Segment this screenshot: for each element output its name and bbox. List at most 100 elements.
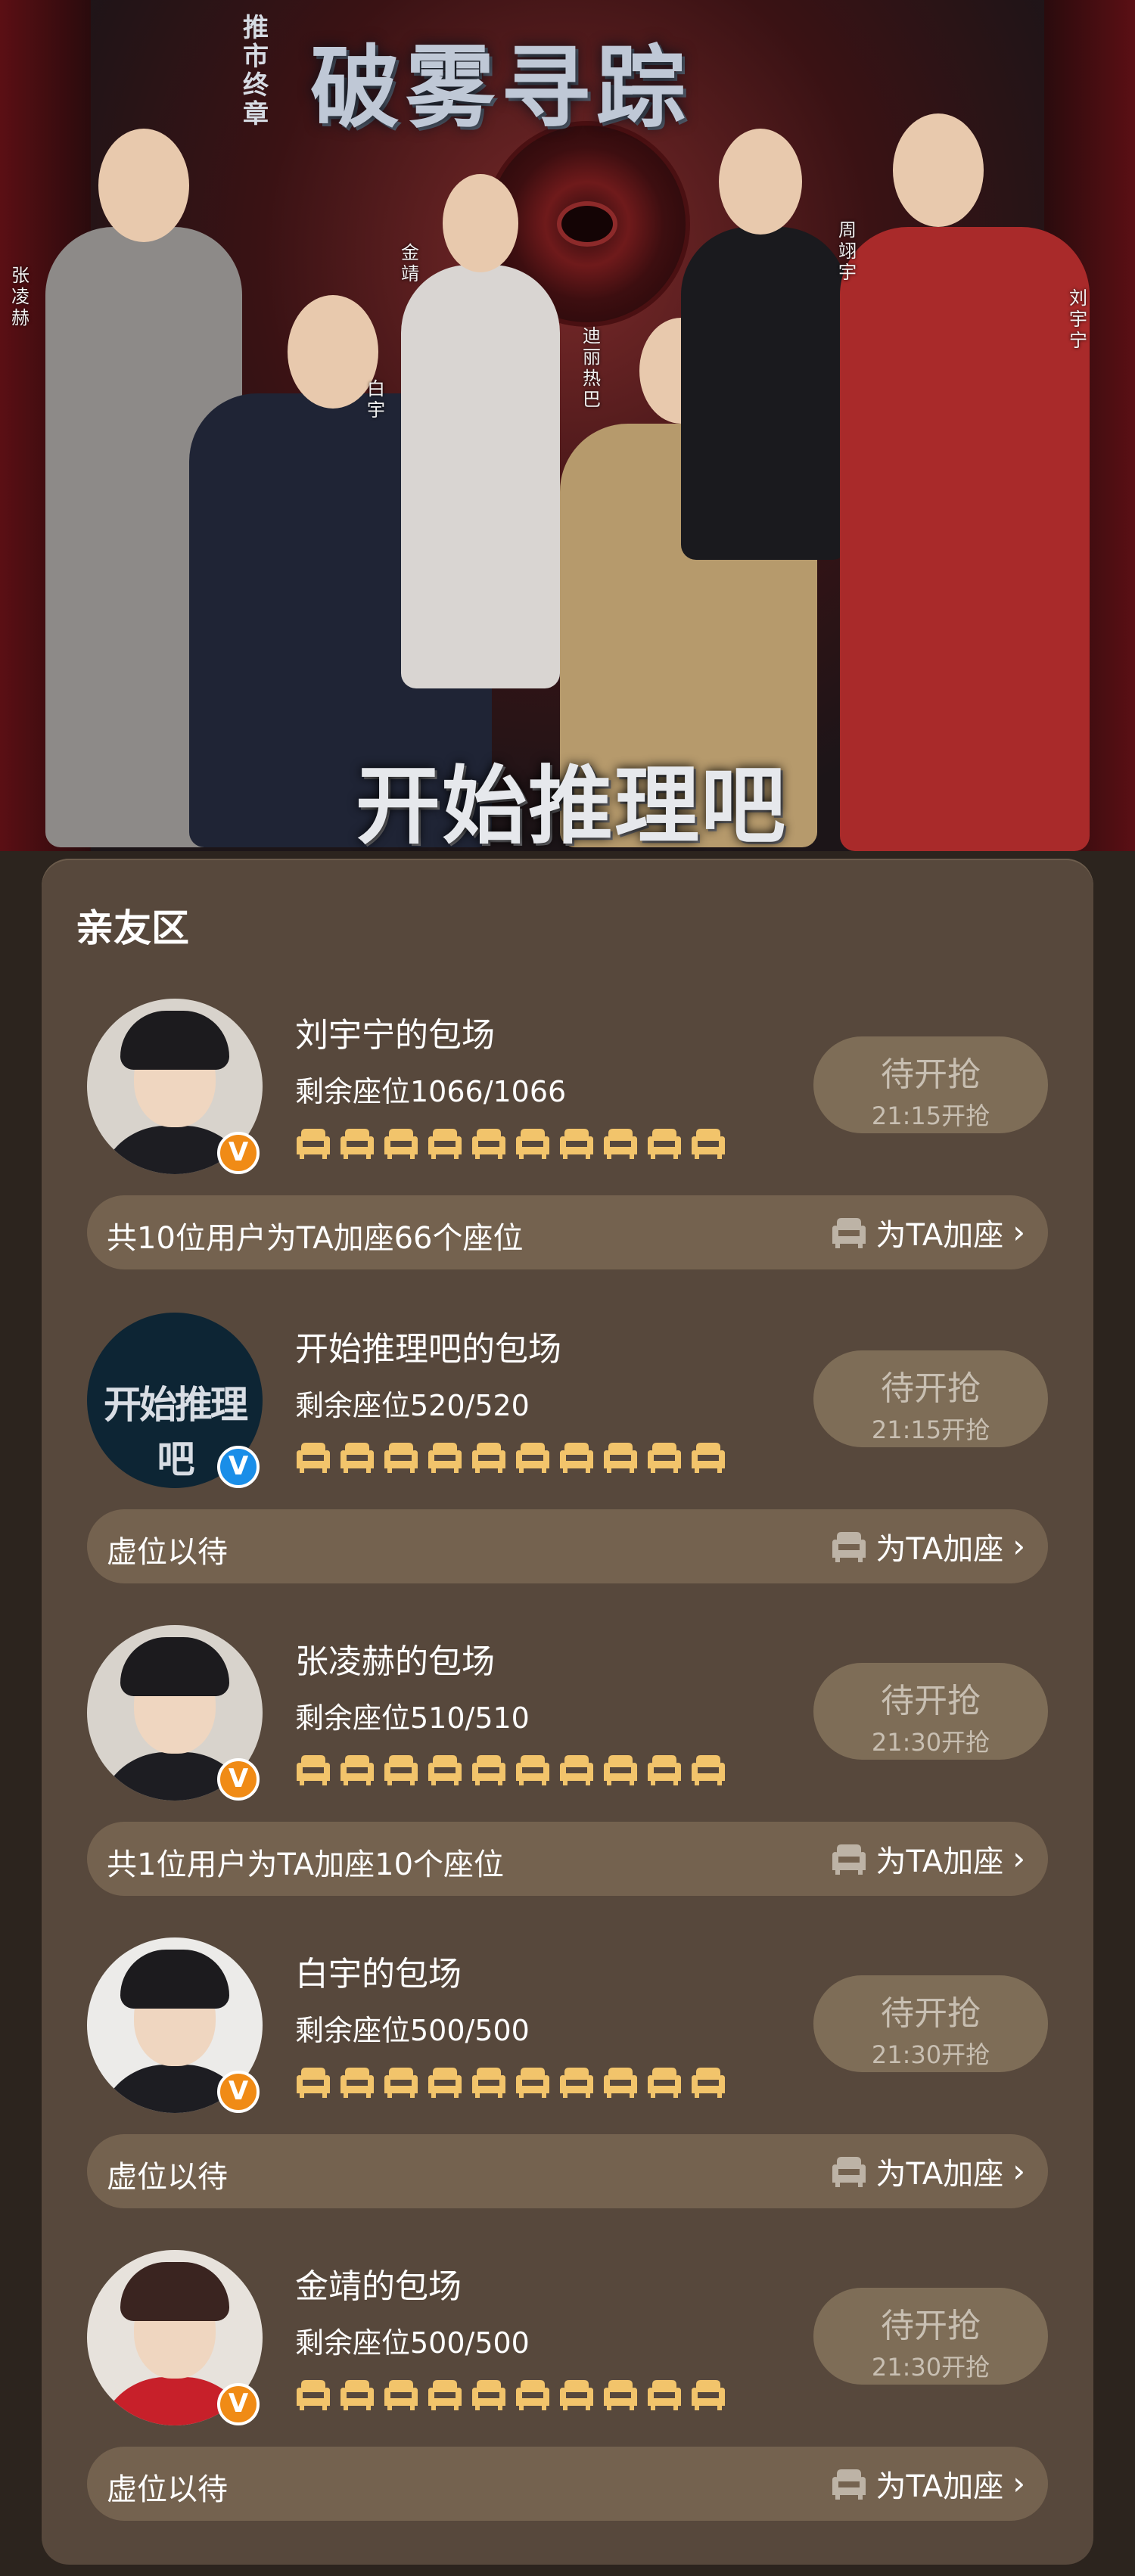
- seat-icon: [604, 2380, 637, 2410]
- add-seat-summary: 共10位用户为TA加座66个座位: [107, 1221, 524, 1256]
- seat-icon: [297, 2380, 330, 2410]
- seat-icon: [384, 2380, 418, 2410]
- remaining-seats: 剩余座位1066/1066: [295, 1075, 567, 1108]
- grab-button[interactable]: 待开抢 21:30开抢: [813, 1975, 1048, 2072]
- seat-icon: [604, 2068, 637, 2098]
- figure-jin: [401, 265, 560, 688]
- figure-liu-head: [893, 113, 984, 227]
- add-seat-action[interactable]: 为TA加座 ›: [831, 1838, 1025, 1879]
- figure-liu: [840, 227, 1090, 851]
- venue-card: V 白宇的包场 剩余座位500/500 待开抢 21:30开抢 虚位以待 为TA…: [42, 1937, 1093, 2210]
- section-title: 亲友区: [76, 906, 189, 950]
- seat-icon: [560, 2380, 593, 2410]
- seat-icon: [472, 2380, 505, 2410]
- add-seat-action[interactable]: 为TA加座 ›: [831, 1212, 1025, 1253]
- seat-icon: [340, 2380, 374, 2410]
- seat-icon: [340, 2068, 374, 2098]
- seat-icon: [516, 1129, 549, 1159]
- seat-icon: [472, 1129, 505, 1159]
- seat-icon: [604, 1129, 637, 1159]
- seat-icon: [516, 2068, 549, 2098]
- page: 推市终章 破雾寻踪 张凌赫 白宇 金靖 迪丽热巴 周翊宇 刘宇宁 开始推理吧 亲…: [0, 0, 1135, 2576]
- card-name[interactable]: 白宇的包场: [295, 1947, 462, 1995]
- seat-icon-row: [295, 2377, 726, 2412]
- grab-button-time: 21:30开抢: [871, 2040, 990, 2069]
- seat-icon: [384, 2068, 418, 2098]
- chevron-right-icon: ›: [1012, 1527, 1025, 1565]
- chevron-right-icon: ›: [1012, 2152, 1025, 2189]
- seat-icon-row: [295, 1440, 726, 1474]
- add-seat-bar[interactable]: 虚位以待 为TA加座 ›: [87, 2447, 1048, 2521]
- seat-icon: [340, 1443, 374, 1473]
- seat-icon: [692, 2380, 725, 2410]
- seat-icon: [297, 1755, 330, 1785]
- figure-zhang-head: [98, 129, 189, 242]
- verified-v-icon: V: [217, 2071, 260, 2113]
- grab-button[interactable]: 待开抢 21:15开抢: [813, 1350, 1048, 1447]
- seat-icon: [472, 1755, 505, 1785]
- seat-icon: [384, 1129, 418, 1159]
- seat-icon: [297, 1129, 330, 1159]
- verified-v-icon: V: [217, 1758, 260, 1801]
- poster-name-jin: 金靖: [401, 242, 419, 284]
- chevron-right-icon: ›: [1012, 1213, 1025, 1251]
- seat-icon: [604, 1755, 637, 1785]
- card-name[interactable]: 刘宇宁的包场: [295, 1008, 495, 1056]
- poster-tag: 推市终章: [243, 13, 269, 129]
- card-name[interactable]: 张凌赫的包场: [295, 1634, 495, 1683]
- venue-card: 开始推理吧 V 开始推理吧的包场 剩余座位520/520 待开抢 21:15开抢…: [42, 1313, 1093, 1585]
- seat-icon: [472, 1443, 505, 1473]
- add-seat-label: 为TA加座: [875, 2469, 1004, 2504]
- poster-name-zhou: 周翊宇: [838, 219, 857, 283]
- add-seat-action[interactable]: 为TA加座 ›: [831, 1526, 1025, 1567]
- card-name[interactable]: 金靖的包场: [295, 2259, 462, 2307]
- seat-icon: [384, 1755, 418, 1785]
- grab-button-label: 待开抢: [881, 2307, 981, 2345]
- poster-banner: 推市终章 破雾寻踪 张凌赫 白宇 金靖 迪丽热巴 周翊宇 刘宇宁 开始推理吧: [0, 0, 1135, 851]
- venue-card: V 刘宇宁的包场 剩余座位1066/1066 待开抢 21:15开抢 共10位用…: [42, 999, 1093, 1271]
- seat-icon: [340, 1129, 374, 1159]
- grab-button[interactable]: 待开抢 21:30开抢: [813, 1663, 1048, 1760]
- seat-icon: [428, 2380, 462, 2410]
- verified-v-icon: V: [217, 1132, 260, 1174]
- add-seat-label: 为TA加座: [875, 1844, 1004, 1879]
- chevron-right-icon: ›: [1012, 1840, 1025, 1877]
- seat-icon: [692, 1129, 725, 1159]
- add-seat-bar[interactable]: 虚位以待 为TA加座 ›: [87, 2134, 1048, 2208]
- figure-zhou: [681, 227, 847, 560]
- seat-icon: [516, 1443, 549, 1473]
- figure-zhou-head: [719, 129, 802, 235]
- grab-button-label: 待开抢: [881, 1682, 981, 1720]
- sofa-icon: [832, 1844, 866, 1875]
- add-seat-label: 为TA加座: [875, 2157, 1004, 2192]
- add-seat-bar[interactable]: 共1位用户为TA加座10个座位 为TA加座 ›: [87, 1822, 1048, 1896]
- poster-name-bai: 白宇: [367, 378, 385, 421]
- card-name[interactable]: 开始推理吧的包场: [295, 1322, 561, 1370]
- grab-button[interactable]: 待开抢 21:15开抢: [813, 1036, 1048, 1133]
- grab-button[interactable]: 待开抢 21:30开抢: [813, 2288, 1048, 2385]
- add-seat-summary: 共1位用户为TA加座10个座位: [107, 1847, 505, 1882]
- seat-icon: [472, 2068, 505, 2098]
- figure-jin-head: [443, 174, 518, 272]
- seat-icon-row: [295, 1126, 726, 1161]
- add-seat-summary: 虚位以待: [107, 2472, 228, 2507]
- seat-icon-row: [295, 1752, 726, 1787]
- friends-section: 亲友区 V 刘宇宁的包场 剩余座位1066/1066 待开抢 21:15开抢 共…: [42, 859, 1093, 2565]
- seat-icon: [560, 2068, 593, 2098]
- add-seat-bar[interactable]: 虚位以待 为TA加座 ›: [87, 1509, 1048, 1583]
- seat-icon: [692, 1443, 725, 1473]
- seat-icon: [516, 2380, 549, 2410]
- seat-icon: [692, 1755, 725, 1785]
- poster-name-zhang: 张凌赫: [11, 265, 30, 328]
- remaining-seats: 剩余座位500/500: [295, 2014, 530, 2047]
- grab-button-time: 21:30开抢: [871, 1728, 990, 1757]
- add-seat-bar[interactable]: 共10位用户为TA加座66个座位 为TA加座 ›: [87, 1195, 1048, 1269]
- verified-v-icon: V: [217, 1446, 260, 1488]
- grab-button-label: 待开抢: [881, 1994, 981, 2033]
- seat-icon: [297, 2068, 330, 2098]
- add-seat-action[interactable]: 为TA加座 ›: [831, 2151, 1025, 2192]
- seat-icon: [692, 2068, 725, 2098]
- add-seat-action[interactable]: 为TA加座 ›: [831, 2463, 1025, 2504]
- seat-icon: [340, 1755, 374, 1785]
- seat-icon: [560, 1129, 593, 1159]
